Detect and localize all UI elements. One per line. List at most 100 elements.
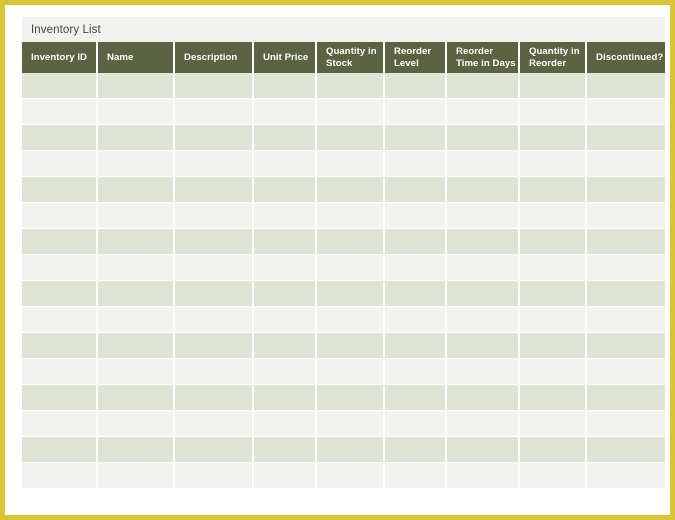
table-cell[interactable] (254, 411, 317, 437)
table-cell[interactable] (22, 463, 98, 489)
table-cell[interactable] (98, 307, 175, 333)
column-header-1[interactable]: Name (98, 42, 175, 73)
table-cell[interactable] (587, 255, 665, 281)
column-header-5[interactable]: Reorder Level (385, 42, 447, 73)
table-cell[interactable] (520, 333, 587, 359)
table-cell[interactable] (98, 125, 175, 151)
table-cell[interactable] (175, 411, 254, 437)
column-header-6[interactable]: Reorder Time in Days (447, 42, 520, 73)
table-row[interactable] (22, 281, 665, 307)
table-cell[interactable] (175, 73, 254, 99)
table-cell[interactable] (447, 73, 520, 99)
table-cell[interactable] (385, 151, 447, 177)
table-cell[interactable] (22, 437, 98, 463)
table-cell[interactable] (587, 385, 665, 411)
table-row[interactable] (22, 255, 665, 281)
table-row[interactable] (22, 203, 665, 229)
table-cell[interactable] (254, 281, 317, 307)
table-cell[interactable] (385, 203, 447, 229)
table-cell[interactable] (22, 151, 98, 177)
table-cell[interactable] (385, 99, 447, 125)
table-cell[interactable] (520, 437, 587, 463)
table-row[interactable] (22, 73, 665, 99)
column-header-0[interactable]: Inventory ID (22, 42, 98, 73)
table-cell[interactable] (317, 385, 385, 411)
table-cell[interactable] (520, 281, 587, 307)
table-row[interactable] (22, 463, 665, 489)
table-cell[interactable] (447, 463, 520, 489)
table-cell[interactable] (98, 333, 175, 359)
table-cell[interactable] (317, 359, 385, 385)
table-cell[interactable] (175, 203, 254, 229)
table-cell[interactable] (98, 385, 175, 411)
table-row[interactable] (22, 411, 665, 437)
table-cell[interactable] (175, 307, 254, 333)
table-cell[interactable] (520, 177, 587, 203)
table-cell[interactable] (587, 411, 665, 437)
column-header-2[interactable]: Description (175, 42, 254, 73)
table-cell[interactable] (254, 385, 317, 411)
table-cell[interactable] (385, 385, 447, 411)
table-cell[interactable] (447, 437, 520, 463)
table-cell[interactable] (22, 73, 98, 99)
table-cell[interactable] (385, 177, 447, 203)
table-cell[interactable] (22, 411, 98, 437)
table-cell[interactable] (587, 463, 665, 489)
table-cell[interactable] (587, 437, 665, 463)
table-cell[interactable] (447, 229, 520, 255)
table-cell[interactable] (254, 255, 317, 281)
table-cell[interactable] (317, 437, 385, 463)
table-cell[interactable] (175, 359, 254, 385)
table-cell[interactable] (520, 255, 587, 281)
table-cell[interactable] (175, 385, 254, 411)
table-cell[interactable] (317, 255, 385, 281)
table-cell[interactable] (22, 333, 98, 359)
table-cell[interactable] (98, 73, 175, 99)
table-cell[interactable] (317, 229, 385, 255)
table-cell[interactable] (98, 177, 175, 203)
table-cell[interactable] (447, 333, 520, 359)
table-row[interactable] (22, 151, 665, 177)
table-cell[interactable] (254, 463, 317, 489)
table-cell[interactable] (175, 151, 254, 177)
table-cell[interactable] (385, 307, 447, 333)
table-cell[interactable] (317, 307, 385, 333)
table-cell[interactable] (587, 151, 665, 177)
table-row[interactable] (22, 437, 665, 463)
table-cell[interactable] (317, 177, 385, 203)
table-cell[interactable] (520, 229, 587, 255)
table-cell[interactable] (175, 255, 254, 281)
table-cell[interactable] (587, 99, 665, 125)
column-header-8[interactable]: Discontinued? (587, 42, 665, 73)
table-cell[interactable] (520, 203, 587, 229)
table-row[interactable] (22, 307, 665, 333)
table-cell[interactable] (98, 229, 175, 255)
table-cell[interactable] (317, 203, 385, 229)
table-cell[interactable] (520, 151, 587, 177)
table-cell[interactable] (587, 281, 665, 307)
table-cell[interactable] (587, 307, 665, 333)
table-cell[interactable] (317, 73, 385, 99)
table-cell[interactable] (317, 463, 385, 489)
table-cell[interactable] (447, 411, 520, 437)
table-cell[interactable] (254, 73, 317, 99)
table-cell[interactable] (175, 437, 254, 463)
table-cell[interactable] (587, 359, 665, 385)
table-cell[interactable] (385, 229, 447, 255)
table-row[interactable] (22, 99, 665, 125)
table-cell[interactable] (98, 255, 175, 281)
table-row[interactable] (22, 177, 665, 203)
table-cell[interactable] (447, 255, 520, 281)
table-cell[interactable] (175, 229, 254, 255)
table-cell[interactable] (447, 125, 520, 151)
table-row[interactable] (22, 385, 665, 411)
table-cell[interactable] (385, 281, 447, 307)
table-cell[interactable] (175, 281, 254, 307)
table-cell[interactable] (175, 333, 254, 359)
table-cell[interactable] (254, 333, 317, 359)
table-cell[interactable] (254, 99, 317, 125)
table-cell[interactable] (385, 255, 447, 281)
table-cell[interactable] (98, 411, 175, 437)
table-cell[interactable] (520, 411, 587, 437)
table-cell[interactable] (175, 177, 254, 203)
